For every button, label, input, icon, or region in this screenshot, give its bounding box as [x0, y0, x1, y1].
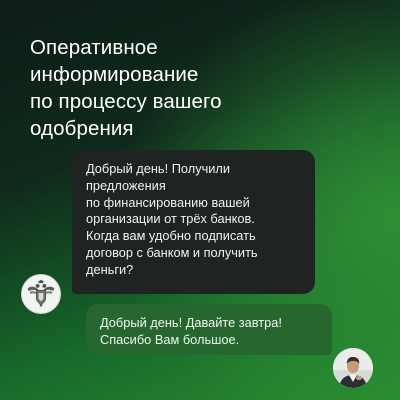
message-line: договор с банком и получить	[86, 244, 258, 260]
message-line: Добрый день! Получили	[86, 161, 231, 176]
message-line: предложения	[86, 177, 166, 193]
headline-line: по процессу вашего	[30, 90, 222, 113]
promo-card: Оперативное информирование по процессу в…	[0, 0, 400, 400]
bank-avatar	[21, 274, 61, 314]
message-line: Когда вам удобно подписать	[86, 228, 256, 244]
user-avatar	[333, 348, 373, 388]
bank-emblem-icon	[27, 279, 55, 308]
message-line: по финансированию вашей	[86, 194, 250, 210]
message-line: деньги?	[86, 261, 134, 277]
headline-line: Оперативное	[30, 36, 158, 59]
outgoing-message-bubble: Добрый день! Давайте завтра! Спасибо Вам…	[86, 304, 332, 355]
message-line: Спасибо Вам большое.	[100, 332, 240, 347]
message-line: организации от трёх банков.	[86, 211, 255, 227]
headline-line: информирование	[30, 63, 199, 86]
headline-line: одобрения	[30, 117, 134, 140]
user-photo-icon	[333, 348, 373, 388]
incoming-message-bubble: Добрый день! Получили предложения по фин…	[72, 150, 315, 294]
message-line: Добрый день! Давайте завтра!	[100, 315, 282, 330]
headline: Оперативное информирование по процессу в…	[30, 34, 290, 142]
